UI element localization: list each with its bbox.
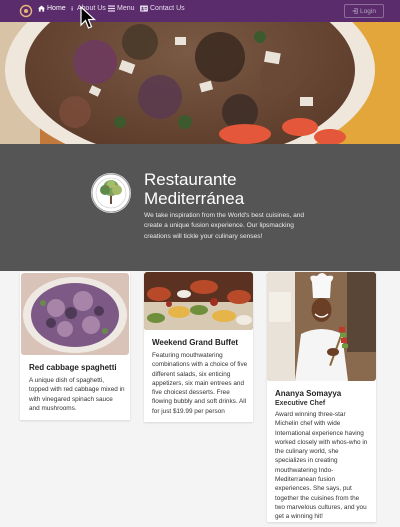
restaurant-tagline: We take inspiration from the World's bes… — [144, 212, 305, 240]
nav-contact-label: Contact Us — [150, 5, 185, 12]
list-icon — [108, 5, 115, 12]
buffet-image — [144, 272, 253, 330]
brand-logo-icon[interactable] — [18, 4, 34, 18]
info-icon — [71, 6, 73, 11]
tree-logo-icon — [91, 173, 131, 213]
title-line-2: Mediterránea — [144, 189, 245, 208]
chef-card: Ananya Somayya Executive Chef Award winn… — [267, 272, 376, 522]
restaurant-logo — [91, 173, 131, 213]
nav-home[interactable]: Home — [38, 5, 66, 12]
restaurant-title: Restaurante Mediterránea — [144, 170, 344, 208]
nav-home-label: Home — [47, 5, 66, 12]
card-description: Featuring mouthwatering combinations wit… — [152, 352, 248, 415]
address-card-icon — [140, 5, 148, 12]
dish-card: Weekend Grand Buffet Featuring mouthwate… — [144, 272, 253, 422]
home-icon — [38, 5, 45, 12]
card-title: Red cabbage spaghetti — [29, 363, 117, 372]
card-description: A unique dish of spaghetti, topped with … — [29, 377, 125, 412]
title-line-1: Restaurante — [144, 170, 237, 189]
cabbage-spaghetti-image — [21, 273, 129, 355]
chef-photo — [267, 272, 376, 381]
chef-role: Executive Chef — [275, 400, 326, 407]
nav-menu[interactable]: Menu — [108, 5, 135, 12]
login-label: Login — [360, 7, 376, 15]
sign-in-icon — [352, 8, 358, 14]
mouse-cursor-icon — [80, 6, 96, 29]
page: Home About Us Menu Contact Us Login Rest… — [0, 0, 400, 527]
chef-name: Ananya Somayya — [275, 389, 342, 398]
navbar: Home About Us Menu Contact Us Login — [0, 0, 400, 22]
hero-food-image — [0, 22, 400, 144]
dish-card: Red cabbage spaghetti A unique dish of s… — [20, 272, 130, 420]
nav-contact[interactable]: Contact Us — [140, 5, 185, 12]
nav-menu-label: Menu — [117, 5, 135, 12]
login-button[interactable]: Login — [344, 4, 384, 18]
chef-bio: Award winning three-star Michelin chef w… — [275, 411, 368, 521]
card-title: Weekend Grand Buffet — [152, 338, 239, 347]
